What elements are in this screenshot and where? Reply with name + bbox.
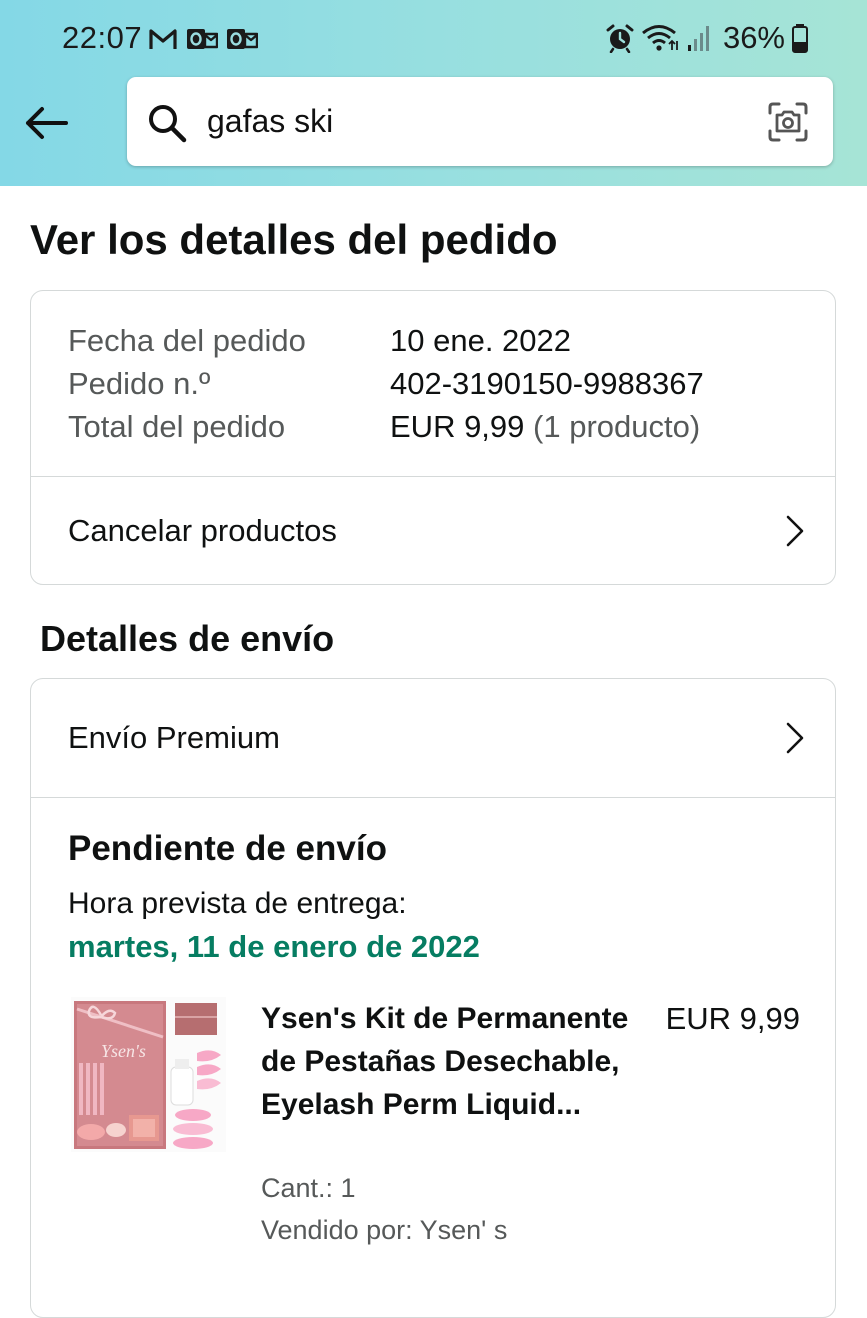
battery-icon	[792, 24, 808, 53]
cancel-products-link[interactable]: Cancelar productos	[31, 477, 835, 585]
product-image[interactable]: Ysen's	[71, 997, 226, 1152]
gmail-icon	[149, 29, 177, 49]
arrow-left-icon	[26, 107, 68, 139]
back-button[interactable]	[22, 97, 70, 149]
chevron-right-icon	[786, 722, 804, 754]
wifi-icon	[642, 25, 678, 51]
search-input[interactable]	[207, 91, 747, 151]
order-total-value: EUR 9,99 (1 producto)	[390, 409, 700, 445]
divider	[31, 797, 835, 798]
battery-percent: 36%	[722, 20, 785, 55]
status-bar: 22:07 36%	[0, 0, 867, 76]
order-number-label: Pedido n.º	[68, 365, 211, 401]
product-quantity: Cant.: 1	[261, 1173, 356, 1203]
order-summary-card: Fecha del pedido 10 ene. 2022 Pedido n.º…	[30, 290, 836, 585]
search-bar[interactable]	[127, 77, 833, 166]
shipping-card: Envío Premium Pendiente de envío Hora pr…	[30, 678, 836, 1318]
product-price: EUR 9,99	[665, 1001, 800, 1036]
product-title-link[interactable]: Ysen's Kit de Permanente de Pestañas Des…	[261, 997, 631, 1126]
system-icons: 36%	[605, 20, 809, 56]
signal-icon	[687, 26, 709, 51]
order-total-amount: EUR 9,99	[390, 408, 525, 444]
page-title: Ver los detalles del pedido	[30, 216, 558, 263]
shipment-status: Pendiente de envío	[68, 829, 387, 868]
order-total-count: (1 producto)	[533, 408, 701, 444]
order-date-value: 10 ene. 2022	[390, 322, 572, 358]
outlook-icon	[187, 29, 218, 49]
camera-scan-icon[interactable]	[767, 101, 809, 143]
alarm-icon	[606, 24, 634, 53]
outlook-icon	[227, 29, 258, 49]
chevron-right-icon	[786, 515, 804, 547]
order-number-value: 402-3190150-9988367	[390, 365, 704, 401]
order-date-row: Fecha del pedido 10 ene. 2022	[68, 319, 704, 362]
delivery-date: martes, 11 de enero de 2022	[68, 929, 480, 964]
brand-text: Ysen's	[101, 1041, 146, 1061]
product-thumbnail: Ysen's	[71, 997, 226, 1152]
product-seller: Vendido por: Ysen' s	[261, 1215, 508, 1245]
delivery-estimate-label: Hora prevista de entrega:	[68, 887, 407, 920]
cancel-products-label: Cancelar productos	[68, 513, 337, 548]
shipping-method-link[interactable]: Envío Premium	[31, 679, 835, 797]
shipping-method-label: Envío Premium	[68, 720, 280, 755]
order-total-label: Total del pedido	[68, 408, 286, 444]
status-time: 22:07	[62, 20, 143, 55]
order-number-row: Pedido n.º 402-3190150-9988367	[68, 362, 704, 405]
order-date-label: Fecha del pedido	[68, 322, 306, 358]
notification-icons	[148, 24, 258, 54]
search-icon	[149, 105, 187, 143]
order-summary-rows: Fecha del pedido 10 ene. 2022 Pedido n.º…	[68, 319, 704, 448]
order-total-row: Total del pedido EUR 9,99 (1 producto)	[68, 405, 704, 448]
shipping-section-title: Detalles de envío	[40, 618, 335, 659]
app-header: 22:07 36% gafas ski	[0, 0, 867, 186]
